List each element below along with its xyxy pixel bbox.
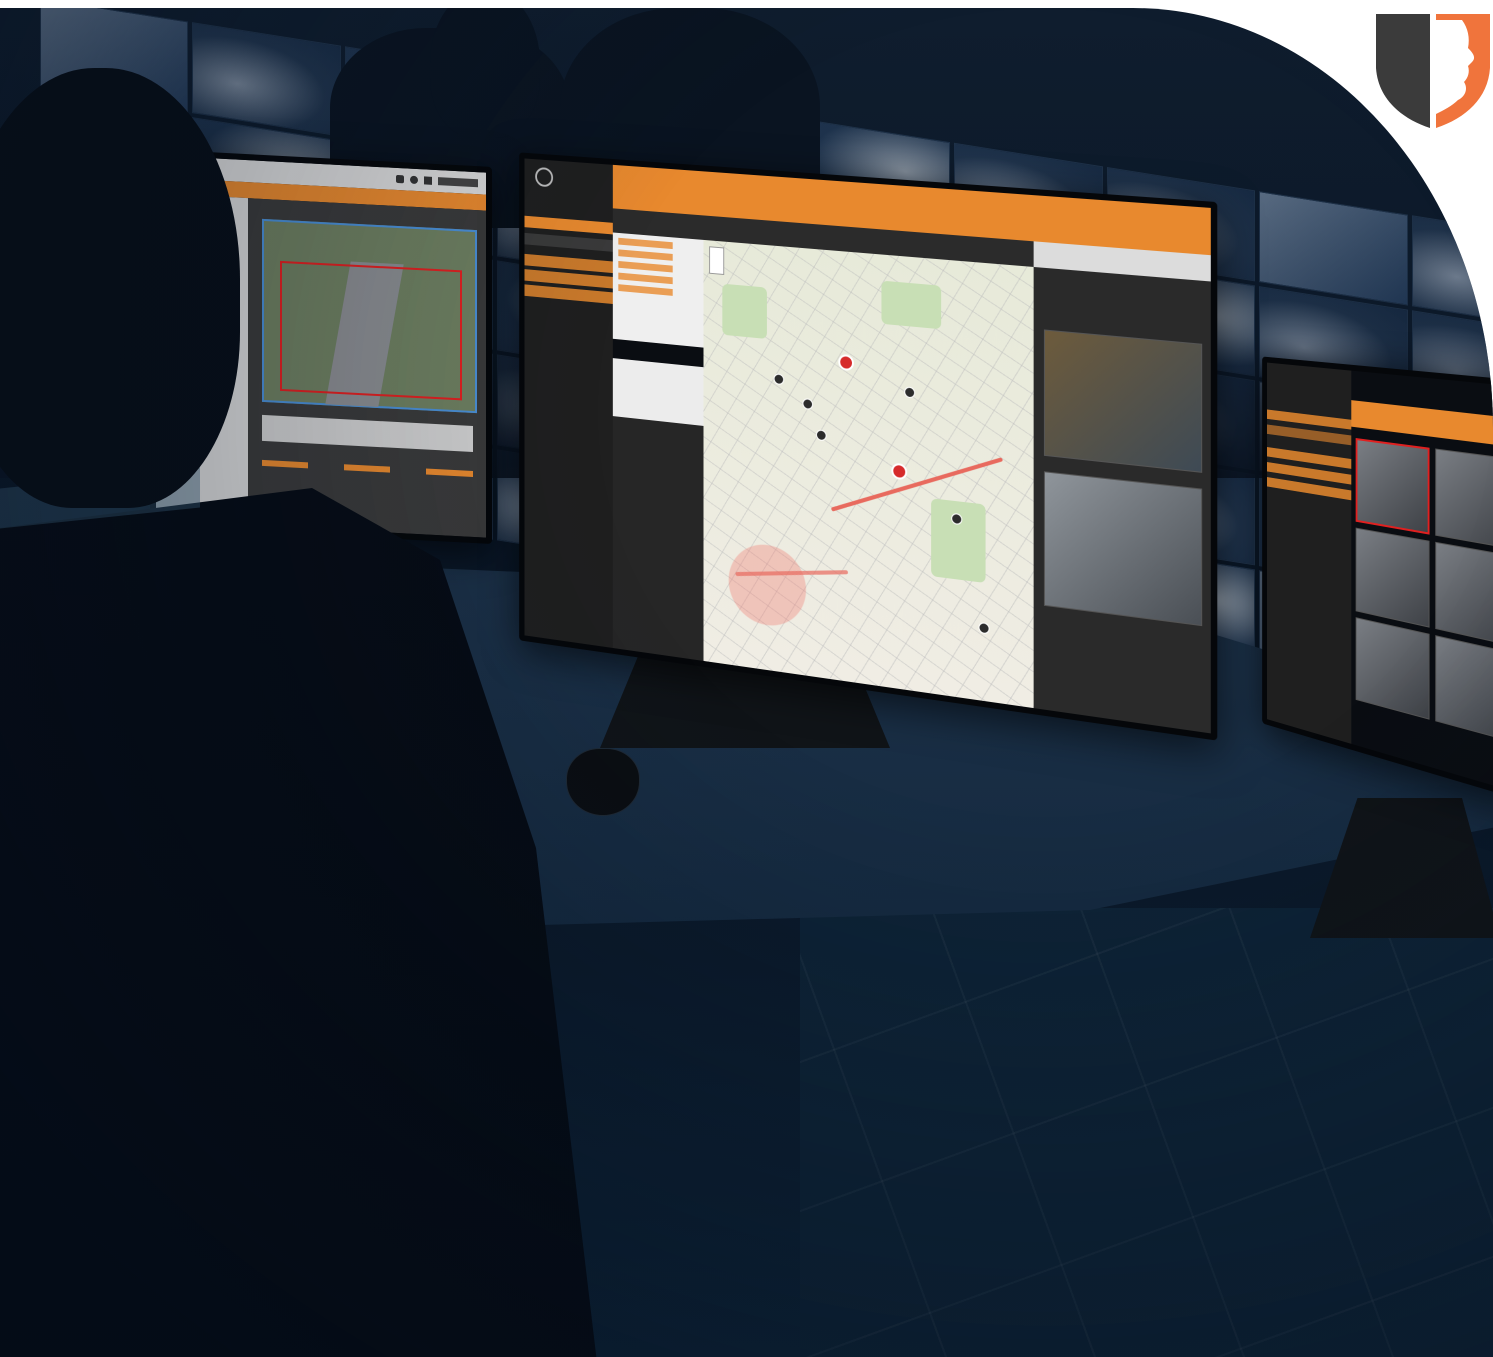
standing-operator-1-head [430, 8, 540, 138]
brand-wordmark [438, 177, 478, 188]
user-icon [424, 176, 432, 185]
alarm-pin-icon [891, 462, 908, 481]
event-notes [261, 414, 473, 452]
camera-marker-icon [773, 373, 785, 386]
park-area [931, 497, 986, 583]
center-monitor [519, 152, 1218, 741]
previous-button [261, 459, 309, 469]
suite-logo-icon [535, 166, 554, 188]
detection-zone [280, 261, 462, 401]
right-sidebar [1266, 362, 1352, 744]
action-button [343, 464, 391, 473]
site-tree [612, 232, 704, 348]
next-button [426, 468, 473, 478]
floor [800, 908, 1493, 1357]
park-area [722, 283, 768, 339]
map-zoom-control [709, 246, 725, 275]
camera-tile [1356, 438, 1430, 535]
camera-marker-icon [815, 428, 827, 441]
camera-grid [1356, 438, 1493, 744]
shield-face-logo-icon [1376, 14, 1490, 128]
camera-event-snapshot [261, 218, 477, 414]
live-camera-feed [1044, 329, 1203, 473]
alarm-pin-icon [838, 353, 855, 372]
computer-mouse [566, 748, 640, 816]
camera-tile [1435, 634, 1493, 744]
live-camera-feed [1044, 471, 1203, 626]
camera-marker-icon [904, 386, 916, 399]
sidebar-empty [612, 416, 704, 661]
camera-tile [1356, 527, 1430, 628]
camera-marker-icon [802, 397, 814, 410]
event-navigation [261, 454, 473, 485]
live-feeds-panel [1033, 266, 1211, 734]
camera-tile [1435, 541, 1493, 647]
camera-tile [1356, 616, 1430, 721]
park-area [881, 280, 942, 330]
city-map [703, 239, 1034, 709]
suite-sidebar [524, 158, 613, 648]
control-room-photo [0, 8, 1493, 1357]
sidebar-item [524, 232, 613, 252]
highway [734, 570, 848, 577]
home-icon [396, 174, 404, 184]
alarm-list [612, 358, 704, 426]
sidebar-item-active [524, 215, 613, 235]
bell-icon [410, 175, 418, 185]
camera-tile [1435, 448, 1493, 550]
camera-marker-icon [978, 621, 990, 635]
